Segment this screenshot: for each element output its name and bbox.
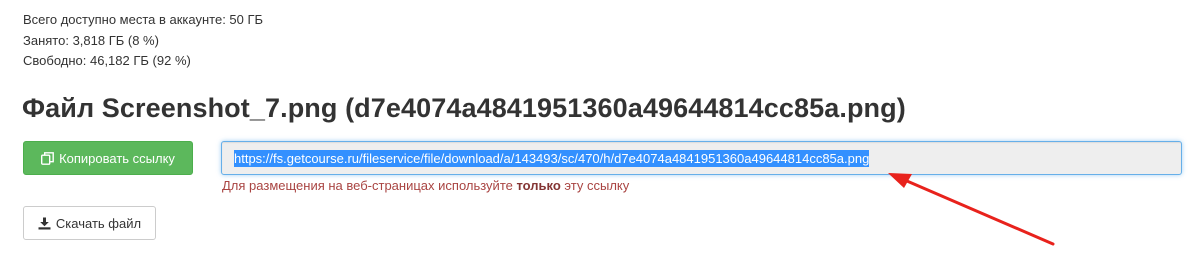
quota-free: Свободно: 46,182 ГБ (92 %) bbox=[23, 53, 191, 68]
hint-text-start: Для размещения на веб-страницах использу… bbox=[222, 178, 517, 193]
link-usage-hint: Для размещения на веб-страницах использу… bbox=[222, 177, 629, 194]
copy-link-label: Копировать ссылку bbox=[59, 150, 175, 166]
file-link-value: https://fs.getcourse.ru/fileservice/file… bbox=[234, 149, 870, 167]
copy-link-button[interactable]: Копировать ссылку bbox=[23, 141, 193, 175]
download-file-label: Скачать файл bbox=[55, 215, 142, 231]
quota-total: Всего доступно места в аккаунте: 50 ГБ bbox=[23, 12, 264, 27]
hint-emphasis: только bbox=[516, 178, 561, 193]
annotation-arrow bbox=[888, 173, 1055, 246]
file-page: Всего доступно места в аккаунте: 50 ГБ З… bbox=[0, 0, 1200, 276]
quota-used: Занято: 3,818 ГБ (8 %) bbox=[23, 32, 159, 48]
download-icon bbox=[38, 217, 51, 230]
page-title: Файл Screenshot_7.png (d7e4074a484195136… bbox=[22, 93, 906, 123]
copy-icon bbox=[41, 151, 54, 165]
download-file-button[interactable]: Скачать файл bbox=[23, 206, 156, 240]
hint-text-end: эту ссылку bbox=[560, 178, 630, 193]
storage-quota: Всего доступно места в аккаунте: 50 ГБ З… bbox=[23, 10, 263, 72]
